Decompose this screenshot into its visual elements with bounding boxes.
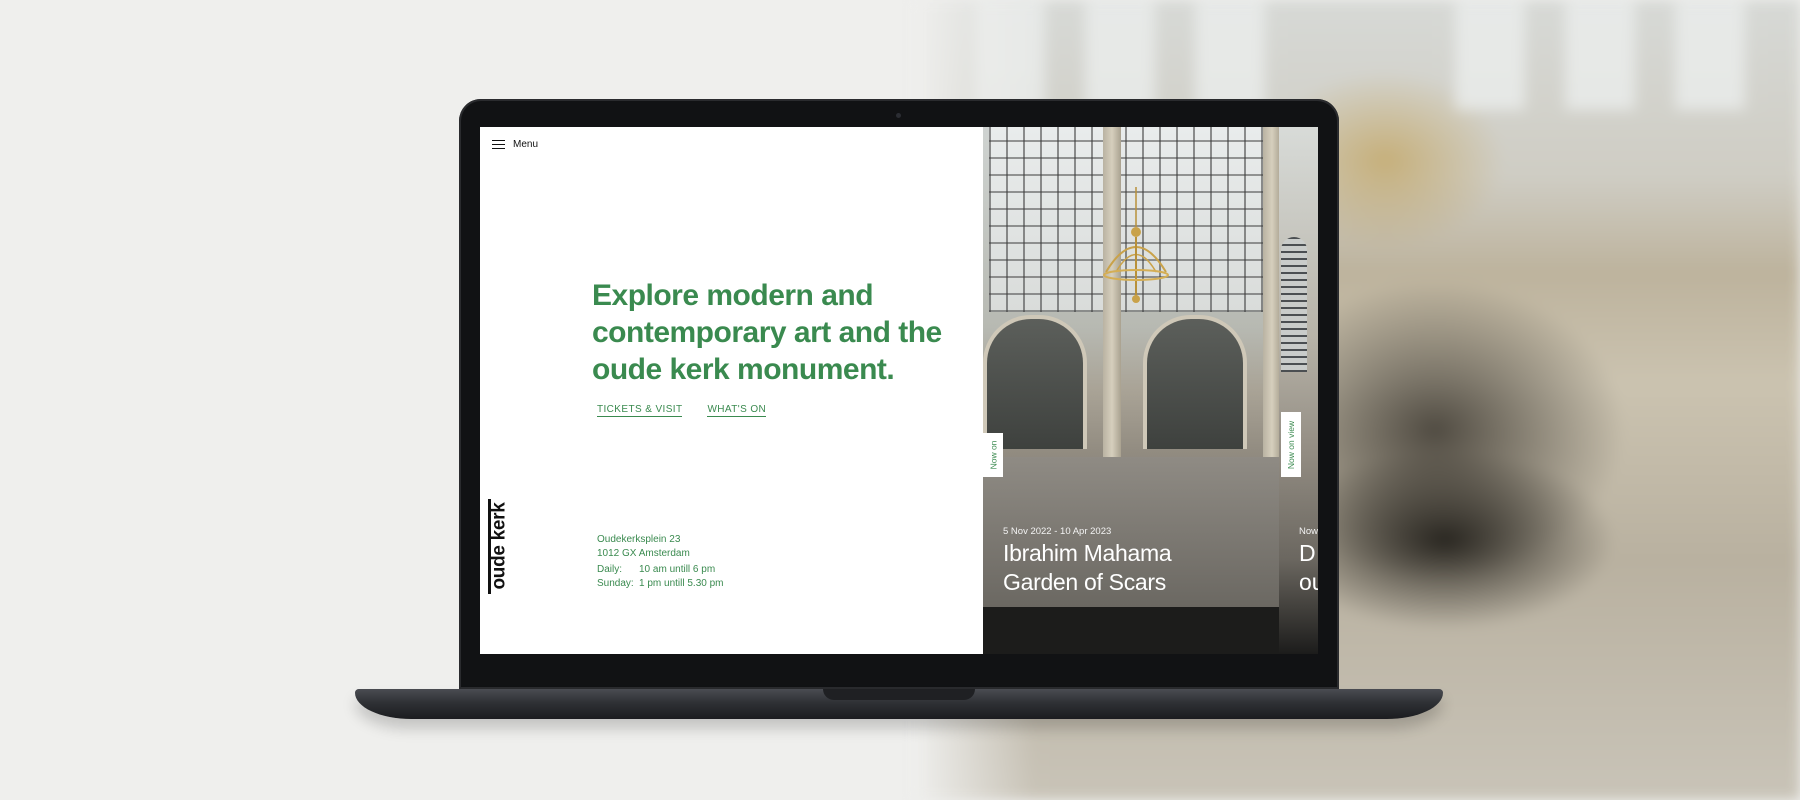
- exhibition-date: Now: [1299, 526, 1318, 537]
- hours-time: 1 pm untill 5.30 pm: [639, 578, 724, 589]
- tickets-visit-link[interactable]: TICKETS & VISIT: [597, 404, 683, 417]
- exhibition-title-line: D: [1299, 540, 1316, 566]
- oude-kerk-logo[interactable]: oude kerk: [488, 499, 510, 594]
- headline-line: contemporary art and the: [592, 316, 942, 349]
- address-block: Oudekerksplein 23 1012 GX Amsterdam: [597, 533, 690, 561]
- address-street: Oudekerksplein 23: [597, 534, 681, 545]
- hours-row: Sunday: 1 pm untill 5.30 pm: [597, 577, 724, 591]
- now-on-view-tab[interactable]: Now on view: [1281, 412, 1301, 477]
- exhibition-card-next[interactable]: Now on view Now D ou: [1279, 127, 1318, 654]
- photo-shadow: [983, 607, 1279, 654]
- backdrop-window: [1085, 0, 1155, 110]
- now-on-label: Now on: [988, 440, 999, 470]
- hours-row: Daily: 10 am untill 6 pm: [597, 563, 724, 577]
- exhibition-title-line: Ibrahim Mahama: [1003, 540, 1172, 566]
- laptop-notch: [823, 689, 975, 700]
- opening-hours: Daily: 10 am untill 6 pm Sunday: 1 pm un…: [597, 563, 724, 591]
- backdrop-window: [1675, 0, 1745, 110]
- hours-day: Sunday:: [597, 578, 634, 589]
- headline-line: Explore modern and: [592, 279, 874, 312]
- exhibition-card-garden-of-scars[interactable]: Now on 5 Nov 2022 - 10 Apr 2023 Ibrahim …: [983, 127, 1279, 654]
- exhibition-date: 5 Nov 2022 - 10 Apr 2023: [1003, 526, 1112, 537]
- whats-on-link[interactable]: WHAT'S ON: [707, 404, 767, 417]
- hero-links: TICKETS & VISIT WHAT'S ON: [597, 404, 767, 417]
- church-arch: [1143, 315, 1247, 449]
- chandelier-icon: [1103, 187, 1169, 303]
- laptop-screen: Menu Explore modern and contemporary art…: [480, 127, 1318, 654]
- hours-time: 10 am untill 6 pm: [639, 564, 716, 575]
- exhibition-title: Ibrahim Mahama Garden of Scars: [1003, 539, 1263, 597]
- laptop-lid: Menu Explore modern and contemporary art…: [459, 99, 1339, 689]
- hero-headline: Explore modern and contemporary art and …: [592, 277, 962, 388]
- menu-label: Menu: [513, 139, 539, 150]
- laptop-base: [355, 689, 1443, 719]
- backdrop-window: [1195, 0, 1265, 110]
- menu-button[interactable]: Menu: [492, 139, 538, 150]
- exhibition-title-line: Garden of Scars: [1003, 569, 1166, 595]
- gothic-window: [1281, 237, 1307, 372]
- now-on-tab[interactable]: Now on: [983, 433, 1003, 477]
- address-city: 1012 GX Amsterdam: [597, 548, 690, 559]
- hours-day: Daily:: [597, 564, 623, 575]
- backdrop-window: [1455, 0, 1525, 110]
- headline-line: oude kerk monument.: [592, 353, 895, 386]
- logo-text: oude kerk: [488, 502, 510, 590]
- exhibition-title: D ou: [1299, 539, 1318, 597]
- camera-dot: [896, 113, 901, 118]
- hamburger-icon: [492, 139, 505, 150]
- church-arch: [983, 315, 1087, 449]
- now-on-view-label: Now on view: [1286, 420, 1296, 469]
- church-pillar: [1263, 127, 1279, 457]
- exhibition-title-line: ou: [1299, 569, 1318, 595]
- backdrop-window: [1565, 0, 1635, 110]
- intro-panel: Menu Explore modern and contemporary art…: [480, 127, 983, 654]
